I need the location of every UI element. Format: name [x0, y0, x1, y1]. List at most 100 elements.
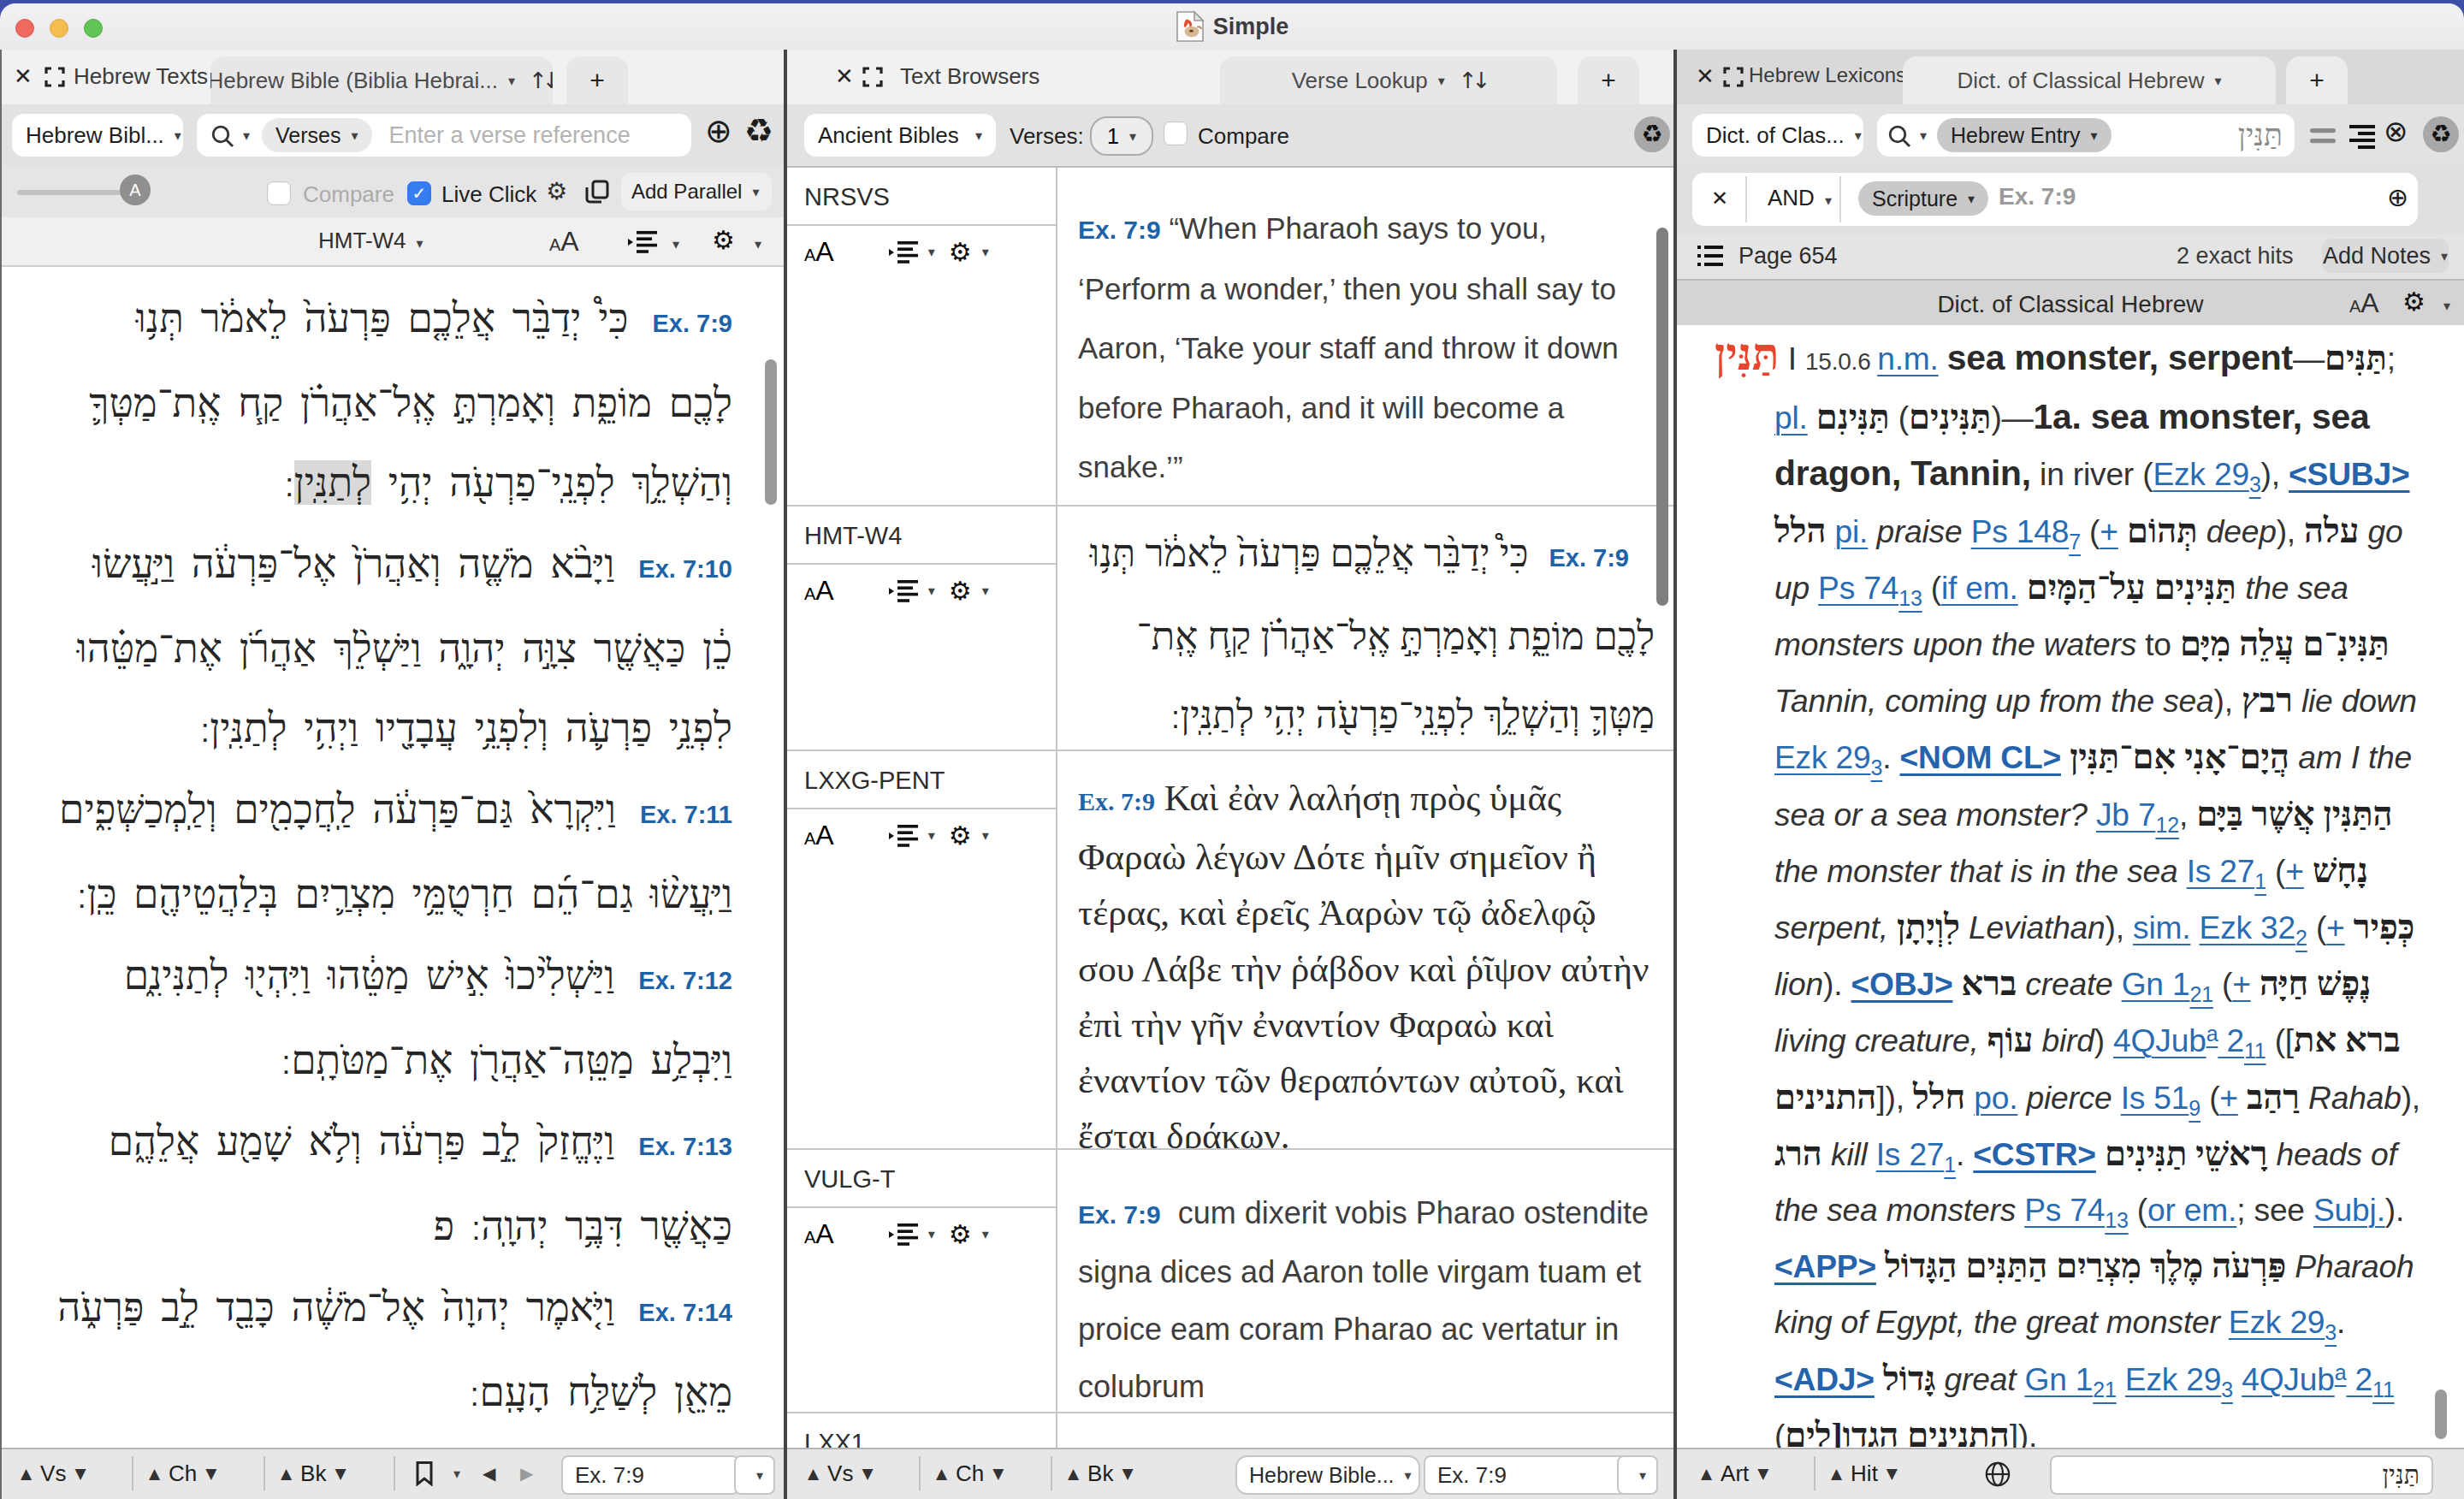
- expand-zone-icon[interactable]: [862, 67, 883, 87]
- recycle-tab-icon[interactable]: ♻: [2423, 116, 2459, 152]
- goto-verse-dropdown[interactable]: ▾: [1617, 1455, 1658, 1495]
- hit-down-icon[interactable]: ▼: [1886, 1465, 1898, 1482]
- verse-up-icon[interactable]: ▲: [21, 1465, 32, 1482]
- verse-ref[interactable]: Ex. 7:9: [1078, 216, 1161, 244]
- row-settings-gear-icon[interactable]: ⚙: [949, 578, 972, 604]
- back-arrow-icon[interactable]: ◀: [483, 1449, 495, 1497]
- remove-condition-icon[interactable]: ✕: [1711, 188, 1728, 209]
- pane-divider-right[interactable]: [1673, 50, 1677, 1499]
- module-name[interactable]: VULG-T: [804, 1165, 895, 1194]
- font-size-icon[interactable]: AA: [804, 820, 834, 851]
- text-display-icon[interactable]: [889, 1223, 918, 1246]
- verse-down-icon[interactable]: ▼: [74, 1465, 86, 1482]
- sort-tabs-icon[interactable]: ↑↓: [1459, 68, 1486, 93]
- text-display-icon[interactable]: [889, 580, 918, 602]
- verse-7-12[interactable]: Ex. 7:12וַיַּשְׁלִ֙יכוּ֙ אִ֣ישׁ מַטֵּ֔הו…: [2, 936, 785, 1102]
- right-scrollbar-thumb[interactable]: [2435, 1389, 2447, 1439]
- pane-divider-left[interactable]: [784, 50, 787, 1499]
- module-name[interactable]: HMT-W4: [804, 522, 902, 550]
- verse-text-segment[interactable]: וַיָּבֹ֨א מֹשֶׁ֤ה וְאַהֲרֹן֙ אֶל־פַּרְעֹ…: [77, 542, 732, 750]
- sort-tabs-icon[interactable]: ↑↓: [529, 68, 553, 93]
- module-name[interactable]: NRSVS: [804, 183, 890, 211]
- row-settings-gear-icon[interactable]: ⚙: [949, 823, 972, 849]
- goto-verse-input[interactable]: Ex. 7:9: [1424, 1455, 1634, 1495]
- condition-value[interactable]: Ex. 7:9: [1999, 183, 2076, 210]
- hebrew-text-content[interactable]: Ex. 7:9כִּי֩ יְדַבֵּ֨ר אֲלֵכֶ֤ם פַּרְעֹה…: [2, 267, 785, 1449]
- pane-tab[interactable]: Dict. of Classical Hebrew▾: [1903, 56, 2276, 104]
- search-icon[interactable]: [210, 124, 233, 146]
- text-display-icon[interactable]: [628, 231, 657, 253]
- book-up-icon[interactable]: ▲: [1068, 1465, 1079, 1482]
- text-display-caret[interactable]: ▾: [928, 1226, 935, 1242]
- toc-list-icon[interactable]: [1697, 245, 1723, 267]
- and-operator[interactable]: AND▾: [1768, 185, 1832, 211]
- search-query-hebrew[interactable]: תַּנִּין: [2238, 117, 2283, 153]
- column-module-name[interactable]: HMT-W4▾: [318, 228, 424, 254]
- hit-up-icon[interactable]: ▲: [1831, 1465, 1842, 1482]
- row-settings-caret[interactable]: ▾: [982, 827, 989, 844]
- row-settings-caret[interactable]: ▾: [982, 583, 989, 599]
- language-globe-icon[interactable]: [1985, 1461, 2011, 1487]
- add-search-icon[interactable]: ⊕: [705, 115, 732, 147]
- text-display-caret[interactable]: ▾: [672, 236, 679, 252]
- verse-ref[interactable]: Ex. 7:10: [638, 530, 732, 609]
- pane-settings-caret[interactable]: ▾: [755, 236, 761, 252]
- add-condition-icon[interactable]: ⊕: [2387, 185, 2408, 210]
- entry-lookup-input[interactable]: תַּנִּין: [2050, 1455, 2433, 1495]
- expand-zone-icon[interactable]: [44, 67, 65, 87]
- verse-text-segment[interactable]: ׃: [284, 460, 293, 505]
- search-scope-pill[interactable]: Hebrew Entry▾: [1937, 118, 2111, 152]
- bookmark-button[interactable]: ▾: [414, 1449, 460, 1497]
- module-selector[interactable]: Dict. of Clas...▾: [1692, 114, 1863, 157]
- book-up-icon[interactable]: ▲: [281, 1465, 292, 1482]
- verse-search-field[interactable]: ▾Verses▾Enter a verse reference: [197, 114, 691, 157]
- font-size-icon[interactable]: AA: [549, 226, 579, 258]
- module-name[interactable]: LXXG-PENT: [804, 767, 945, 795]
- lexicon-settings-gear-icon[interactable]: ⚙: [2402, 289, 2426, 315]
- chapter-up-icon[interactable]: ▲: [149, 1465, 160, 1482]
- lexicon-content[interactable]: תַּנִּין I 15.0.6 n.m. sea monster, serp…: [1677, 325, 2464, 1449]
- verse-down-icon[interactable]: ▼: [862, 1465, 873, 1482]
- row-settings-gear-icon[interactable]: ⚙: [949, 1222, 972, 1247]
- module-quick-select[interactable]: Hebrew Bible...▾: [1235, 1455, 1420, 1495]
- verse-text-segment[interactable]: כִּי֩ יְדַבֵּ֨ר אֲלֵכֶ֤ם פַּרְעֹה֙ לֵאמֹ…: [89, 296, 732, 505]
- verse-7-9[interactable]: Ex. 7:9כִּי֩ יְדַבֵּ֨ר אֲלֵכֶ֤ם פַּרְעֹה…: [2, 279, 785, 524]
- verse-text-segment[interactable]: וַיֹּ֤אמֶר יְהוָה֙ אֶל־מֹשֶׁ֔ה כָּבֵ֖ד ל…: [57, 1285, 732, 1414]
- compare-checkbox[interactable]: [267, 181, 291, 205]
- verse-ref[interactable]: Ex. 7:11: [640, 775, 732, 855]
- close-zone-icon[interactable]: ✕: [14, 65, 33, 87]
- pane-tab[interactable]: Verse Lookup▾↑↓: [1220, 56, 1557, 104]
- clear-search-icon[interactable]: ⊗: [2384, 116, 2408, 145]
- add-tab-button[interactable]: +: [2286, 56, 2348, 104]
- row-settings-caret[interactable]: ▾: [982, 244, 989, 260]
- goto-verse-input[interactable]: Ex. 7:9: [561, 1455, 739, 1495]
- goto-verse-dropdown[interactable]: ▾: [734, 1455, 775, 1495]
- book-down-icon[interactable]: ▼: [335, 1465, 346, 1482]
- verse-ref[interactable]: Ex. 7:13: [638, 1107, 732, 1187]
- font-size-icon[interactable]: AA: [804, 1218, 834, 1250]
- lexicon-entry[interactable]: תַּנִּין I 15.0.6 n.m. sea monster, serp…: [1677, 325, 2464, 1449]
- forward-arrow-icon[interactable]: ▶: [520, 1449, 533, 1497]
- search-icon[interactable]: [1887, 124, 1910, 146]
- verse-text-cell[interactable]: Ex. 7:9כִּי֩ יְדַבֵּ֨ר אֲלֵכֶ֤ם פַּרְעֹה…: [1057, 507, 1655, 750]
- article-down-icon[interactable]: ▼: [1757, 1465, 1768, 1482]
- verse-ref[interactable]: Ex. 7:9: [1078, 787, 1155, 815]
- verse-ref[interactable]: Ex. 7:9: [653, 284, 733, 364]
- text-display-icon[interactable]: [889, 825, 918, 847]
- verse-text-cell[interactable]: [1057, 1413, 1655, 1449]
- add-parallel-button[interactable]: Add Parallel▾: [621, 173, 772, 210]
- search-hit[interactable]: לְתַנִּֽין: [294, 460, 371, 505]
- module-selector[interactable]: Ancient Bibles▾: [804, 114, 996, 157]
- recycle-tab-icon[interactable]: ♻: [1634, 116, 1670, 152]
- verse-7-10[interactable]: Ex. 7:10וַיָּבֹ֨א מֹשֶׁ֤ה וְאַהֲרֹן֙ אֶל…: [2, 524, 785, 770]
- verse-text-cell[interactable]: Ex. 7:9 cum dixerit vobis Pharao ostendi…: [1057, 1150, 1655, 1412]
- add-notes-button[interactable]: Add Notes▾: [2322, 239, 2449, 273]
- add-tab-button[interactable]: +: [1578, 56, 1639, 104]
- verse-text-cell[interactable]: Ex. 7:9 “When Pharaoh says to you, ‘Perf…: [1057, 168, 1655, 505]
- lexicon-settings-caret[interactable]: ▾: [2443, 298, 2450, 314]
- text-display-caret[interactable]: ▾: [928, 827, 935, 844]
- mid-scrollbar-thumb[interactable]: [1656, 228, 1668, 606]
- recycle-tab-icon[interactable]: ♻: [744, 115, 773, 147]
- add-tab-button[interactable]: +: [566, 56, 628, 104]
- pane-tab[interactable]: Hebrew Bible (Biblia Hebrai...▾↑↓: [210, 56, 553, 104]
